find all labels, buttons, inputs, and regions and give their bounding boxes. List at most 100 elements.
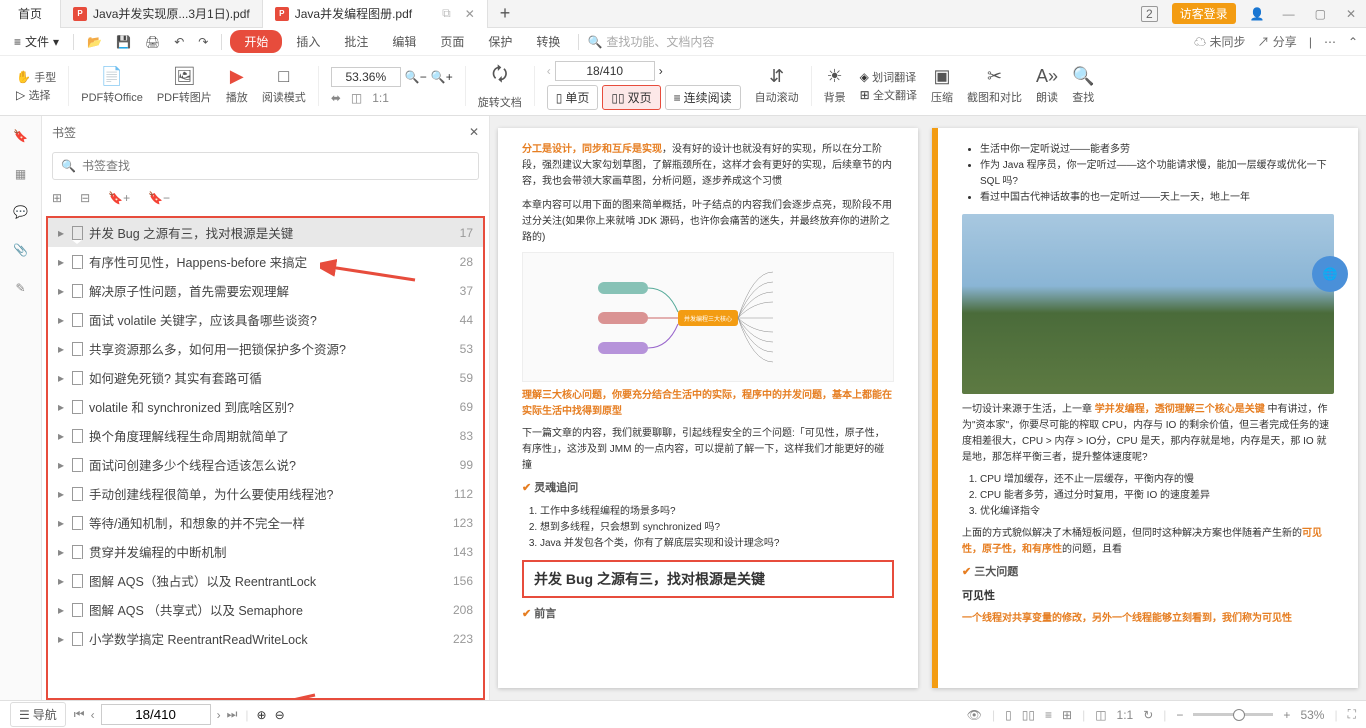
add-page-icon[interactable]: ⊕: [257, 708, 267, 722]
bookmark-item[interactable]: ▸图解 AQS （共享式）以及 Semaphore208: [48, 595, 483, 624]
delete-bookmark-icon[interactable]: 🔖−: [148, 191, 170, 205]
play-button[interactable]: ▶播放: [220, 66, 254, 105]
zoom-value[interactable]: 53%: [1300, 708, 1324, 722]
view-continuous-icon[interactable]: ≡: [1045, 708, 1052, 722]
bookmark-search[interactable]: 🔍: [52, 152, 479, 180]
expand-icon[interactable]: ▸: [58, 458, 66, 472]
expand-icon[interactable]: ▸: [58, 371, 66, 385]
menu-insert[interactable]: 插入: [286, 29, 330, 54]
continuous-read[interactable]: ≡ 连续阅读: [665, 85, 741, 110]
avatar-icon[interactable]: 👤: [1242, 0, 1273, 28]
zoom-in-icon[interactable]: +: [1283, 708, 1290, 722]
fullscreen-icon[interactable]: ⛶: [1348, 707, 1356, 722]
tab-detach-icon[interactable]: ⧉: [442, 6, 451, 21]
tab-home[interactable]: 首页: [0, 0, 61, 28]
bookmark-item[interactable]: ▸面试 volatile 关键字，应该具备哪些谈资?44: [48, 305, 483, 334]
background[interactable]: ☀背景: [818, 66, 852, 105]
save-icon[interactable]: 💾: [111, 32, 136, 52]
expand-icon[interactable]: ▸: [58, 487, 66, 501]
bookmark-icon[interactable]: 🔖: [9, 124, 33, 148]
redo-icon[interactable]: ↷: [193, 32, 213, 52]
expand-icon[interactable]: ▸: [58, 255, 66, 269]
add-bookmark-icon[interactable]: 🔖+: [108, 191, 130, 205]
word-translate[interactable]: ◈ 划词翻译: [860, 69, 917, 85]
actual-icon[interactable]: 1:1: [1117, 708, 1134, 722]
double-page[interactable]: ▯▯ 双页: [602, 85, 660, 110]
page-prev-icon[interactable]: ‹: [547, 64, 551, 78]
sync-status[interactable]: ☁ 未同步: [1194, 33, 1245, 50]
first-page-icon[interactable]: ⏮: [74, 707, 85, 722]
signature-icon[interactable]: ✎: [9, 276, 33, 300]
compress[interactable]: ▣压缩: [925, 66, 959, 105]
full-translate[interactable]: ⊞ 全文翻译: [860, 87, 917, 103]
zoom-in-icon[interactable]: 🔍+: [431, 70, 453, 84]
share-button[interactable]: ↗ 分享: [1257, 33, 1296, 50]
expand-icon[interactable]: ▸: [58, 400, 66, 414]
bookmark-item[interactable]: ▸如何避免死锁? 其实有套路可循59: [48, 363, 483, 392]
translate-float-button[interactable]: 🌐: [1312, 256, 1348, 292]
global-search[interactable]: 🔍 查找功能、文档内容: [587, 33, 714, 50]
expand-icon[interactable]: ▸: [58, 603, 66, 617]
bookmark-item[interactable]: ▸图解 AQS（独占式）以及 ReentrantLock156: [48, 566, 483, 595]
zoom-slider[interactable]: [1193, 713, 1273, 716]
page-number-input[interactable]: 18/410: [555, 61, 655, 81]
next-page-icon[interactable]: ›: [217, 708, 221, 722]
view-grid-icon[interactable]: ⊞: [1062, 708, 1072, 722]
menu-button[interactable]: ≡ 文件 ▾: [8, 30, 65, 53]
bookmark-item[interactable]: ▸volatile 和 synchronized 到底啥区别?69: [48, 392, 483, 421]
select-tool[interactable]: ▷ 选择: [16, 87, 56, 103]
close-icon[interactable]: ✕: [465, 7, 475, 21]
rotate-doc[interactable]: 🗘旋转文档: [472, 62, 528, 110]
expand-all-icon[interactable]: ⊞: [52, 191, 62, 205]
undo-icon[interactable]: ↶: [169, 32, 189, 52]
prev-page-icon[interactable]: ‹: [91, 708, 95, 722]
fit-width-icon[interactable]: ⬌: [331, 91, 341, 105]
collapse-all-icon[interactable]: ⊟: [80, 191, 90, 205]
print-icon[interactable]: 🖨: [140, 32, 165, 52]
eye-icon[interactable]: 👁: [967, 708, 982, 722]
bookmark-item[interactable]: ▸并发 Bug 之源有三，找对根源是关键17: [48, 218, 483, 247]
view-single-icon[interactable]: ▯: [1005, 708, 1012, 722]
expand-icon[interactable]: ▸: [58, 226, 66, 240]
bookmark-search-input[interactable]: [82, 159, 470, 173]
fit-page-icon[interactable]: ◫: [351, 91, 362, 105]
expand-icon[interactable]: ▸: [58, 574, 66, 588]
attachment-icon[interactable]: 📎: [9, 238, 33, 262]
last-page-icon[interactable]: ⏭: [227, 707, 238, 722]
find[interactable]: 🔍查找: [1066, 66, 1100, 105]
menu-page[interactable]: 页面: [430, 29, 474, 54]
zoom-input[interactable]: 53.36%: [331, 67, 401, 87]
close-window-icon[interactable]: ✕: [1336, 7, 1366, 21]
expand-icon[interactable]: ▸: [58, 313, 66, 327]
expand-icon[interactable]: ▸: [58, 342, 66, 356]
menu-protect[interactable]: 保护: [478, 29, 522, 54]
expand-icon[interactable]: ▸: [58, 429, 66, 443]
collapse-ribbon-icon[interactable]: ⌃: [1348, 35, 1358, 49]
screenshot-compare[interactable]: ✂截图和对比: [961, 66, 1028, 105]
bookmark-item[interactable]: ▸小学数学搞定 ReentrantReadWriteLock223: [48, 624, 483, 653]
bookmark-item[interactable]: ▸贯穿并发编程的中断机制143: [48, 537, 483, 566]
zoom-out-icon[interactable]: 🔍−: [405, 70, 427, 84]
expand-icon[interactable]: ▸: [58, 545, 66, 559]
tab-add[interactable]: +: [488, 3, 523, 24]
fit-icon[interactable]: ◫: [1095, 708, 1106, 722]
menu-start[interactable]: 开始: [230, 30, 282, 53]
expand-icon[interactable]: ▸: [58, 284, 66, 298]
remove-page-icon[interactable]: ⊖: [275, 708, 285, 722]
menu-edit[interactable]: 编辑: [382, 29, 426, 54]
nav-toggle[interactable]: ☰ 导航: [10, 702, 66, 727]
rotate-icon[interactable]: ↻: [1143, 708, 1153, 722]
menu-annotate[interactable]: 批注: [334, 29, 378, 54]
tab-file-1[interactable]: P Java并发实现原...3月1日).pdf: [61, 0, 263, 28]
comment-icon[interactable]: 💬: [9, 200, 33, 224]
tab-file-2[interactable]: P Java并发编程图册.pdf ⧉ ✕: [263, 0, 488, 28]
menu-convert[interactable]: 转换: [526, 29, 570, 54]
more-menu-icon[interactable]: ⋯: [1324, 35, 1336, 49]
minimize-icon[interactable]: —: [1273, 7, 1305, 21]
read-mode[interactable]: □阅读模式: [256, 66, 312, 105]
thumbnail-icon[interactable]: ▦: [9, 162, 33, 186]
expand-icon[interactable]: ▸: [58, 516, 66, 530]
zoom-out-icon[interactable]: −: [1176, 708, 1183, 722]
page-input-bottom[interactable]: [101, 704, 211, 725]
expand-icon[interactable]: ▸: [58, 632, 66, 646]
